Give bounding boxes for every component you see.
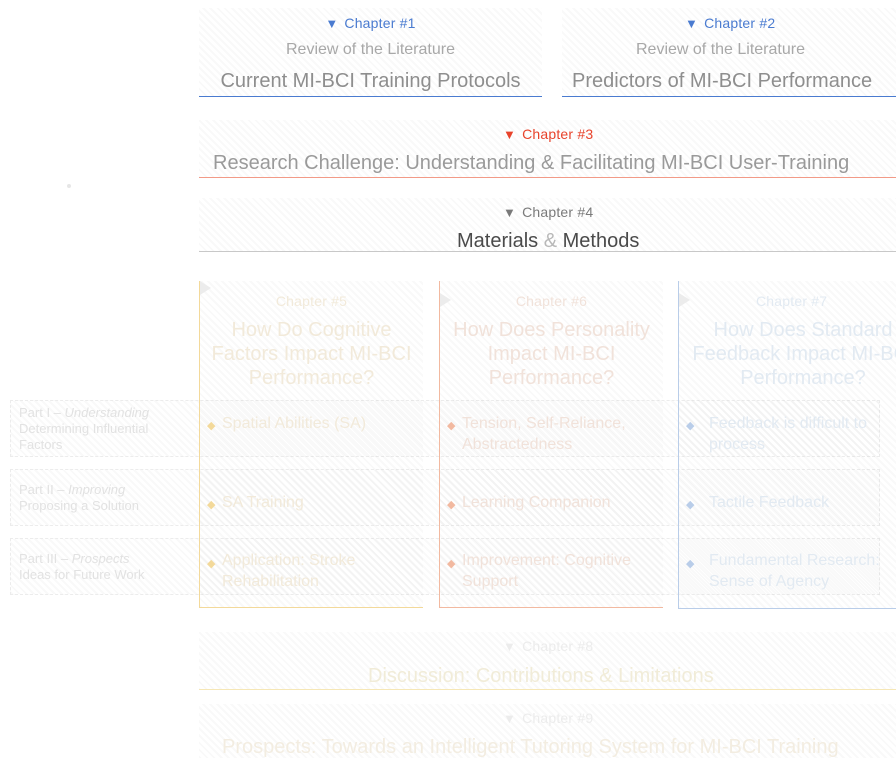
triangle-down-icon: ▼ bbox=[503, 639, 517, 654]
triangle-down-icon: ▼ bbox=[325, 16, 339, 31]
chapter-7-item-1: Feedback is difficult to process bbox=[709, 415, 868, 453]
chapter-6-column: Chapter #6 How Does Personality Impact M… bbox=[439, 281, 663, 608]
part-2-name-italic: Improving bbox=[68, 482, 126, 497]
chapter-9-box: ▼ Chapter #9 Prospects: Towards an Intell… bbox=[199, 704, 896, 758]
chapter-9-title: Prospects: Towards an Intelligent Tutori… bbox=[222, 736, 839, 758]
chapter-3-underline bbox=[199, 177, 896, 178]
part-2-name: Part II – bbox=[19, 482, 69, 497]
chapter-2-title: Predictors of MI-BCI Performance bbox=[572, 70, 873, 92]
bullet-icon: ◆ bbox=[686, 499, 695, 511]
chapter-1-label-row: ▼ Chapter #1 bbox=[199, 15, 542, 31]
triangle-down-icon: ▼ bbox=[503, 205, 517, 220]
triangle-down-icon: ▼ bbox=[685, 16, 699, 31]
bullet-icon: ◆ bbox=[447, 420, 456, 432]
chapter-7-column: Chapter #7 How Does Standard Feedback Im… bbox=[678, 281, 896, 609]
chapter-4-title: Materials & Methods bbox=[457, 230, 639, 253]
chapter-4-box: ▼ Chapter #4 Materials & Methods bbox=[199, 198, 896, 252]
chapter-8-title: Discussion: Contributions & Limitations bbox=[368, 665, 714, 687]
chapter-6-item-2: Learning Companion bbox=[462, 494, 611, 511]
chapter-1-box: ▼ Chapter #1 Review of the Literature Cur… bbox=[199, 8, 542, 97]
chapter-6-item-3: Improvement: Cognitive Support bbox=[462, 552, 631, 590]
part-3-name-italic: Prospects bbox=[71, 551, 130, 566]
part-1-label: Part I – Understanding Determining Influ… bbox=[19, 405, 189, 453]
chapter-9-label-row: ▼ Chapter #9 bbox=[503, 710, 593, 726]
chapter-7-item-3: Fundamental Research: Sense of Agency bbox=[709, 552, 880, 590]
part-1-name-italic: Understanding bbox=[64, 405, 150, 420]
triangle-right-icon bbox=[679, 293, 690, 307]
chapter-5-item-2: SA Training bbox=[222, 494, 304, 511]
chapter-5-title: How Do Cognitive Factors Impact MI-BCI P… bbox=[211, 319, 412, 389]
bullet-icon: ◆ bbox=[686, 558, 695, 570]
chapter-5-label: Chapter #5 bbox=[275, 293, 348, 309]
chapter-2-label-row: ▼ Chapter #2 bbox=[685, 15, 775, 31]
chapter-7-label: Chapter #7 bbox=[756, 293, 828, 309]
part-3-desc: Ideas for Future Work bbox=[19, 567, 145, 582]
chapter-9-label: Chapter #9 bbox=[522, 710, 594, 726]
chapter-4-underline bbox=[199, 251, 896, 252]
chapter-3-label-row: ▼ Chapter #3 bbox=[503, 126, 593, 142]
part-3-label: Part III – Prospects Ideas for Future Wo… bbox=[19, 551, 144, 583]
chapter-6-label: Chapter #6 bbox=[515, 293, 588, 309]
chapter-5-column: Chapter #5 How Do Cognitive Factors Impa… bbox=[199, 281, 423, 608]
chapter-8-label: Chapter #8 bbox=[522, 638, 594, 654]
bullet-icon: ◆ bbox=[207, 499, 216, 511]
chapter-8-box: ▼ Chapter #8 Discussion: Contributions & … bbox=[199, 632, 896, 690]
chapter-2-subtitle: Review of the Literature bbox=[636, 41, 805, 58]
chapter-4-title-amp: & bbox=[543, 230, 558, 252]
chapter-1-underline bbox=[199, 96, 542, 97]
chapter-2-underline bbox=[562, 96, 896, 97]
chapter-5-item-1: Spatial Abilities (SA) bbox=[222, 415, 367, 432]
bullet-icon: ◆ bbox=[447, 558, 456, 570]
part-2-desc: Proposing a Solution bbox=[19, 498, 139, 513]
chapter-7-item-2: Tactile Feedback bbox=[709, 494, 830, 511]
part-3-name: Part III – bbox=[19, 551, 72, 566]
chapter-3-label: Chapter #3 bbox=[522, 126, 594, 142]
chapter-6-item-1: Tension, Self-Reliance, Abstractedness bbox=[462, 415, 626, 453]
chapter-1-title: Current MI-BCI Training Protocols bbox=[220, 70, 521, 92]
dot-marker bbox=[67, 184, 71, 188]
chapter-3-title: Research Challenge: Understanding & Faci… bbox=[213, 152, 850, 174]
chapter-8-label-row: ▼ Chapter #8 bbox=[503, 638, 593, 654]
chapter-4-title-a: Materials bbox=[457, 230, 539, 252]
chapter-8-underline bbox=[199, 689, 896, 690]
part-1-desc: Determining Influential Factors bbox=[19, 421, 149, 452]
triangle-down-icon: ▼ bbox=[503, 711, 517, 726]
chapter-5-item-3: Application: Stroke Rehabilitation bbox=[222, 552, 356, 590]
bullet-icon: ◆ bbox=[207, 558, 216, 570]
bullet-icon: ◆ bbox=[447, 499, 456, 511]
chapter-3-box: ▼ Chapter #3 Research Challenge: Understa… bbox=[199, 120, 896, 178]
chapter-2-label: Chapter #2 bbox=[704, 15, 776, 31]
chapter-4-label-row: ▼ Chapter #4 bbox=[503, 204, 593, 220]
chapter-4-title-b: Methods bbox=[562, 230, 640, 252]
part-2-label: Part II – Improving Proposing a Solution bbox=[19, 482, 139, 514]
chapter-4-label: Chapter #4 bbox=[522, 204, 594, 220]
triangle-down-icon: ▼ bbox=[503, 127, 517, 142]
chapter-1-label: Chapter #1 bbox=[344, 15, 416, 31]
chapter-1-subtitle: Review of the Literature bbox=[286, 41, 455, 58]
chapter-6-title: How Does Personality Impact MI-BCI Perfo… bbox=[453, 319, 650, 389]
bullet-icon: ◆ bbox=[207, 420, 216, 432]
chapter-2-box: ▼ Chapter #2 Review of the Literature Pre… bbox=[562, 8, 896, 97]
bullet-icon: ◆ bbox=[686, 420, 695, 432]
chapter-7-title: How Does Standard Feedback Impact MI-BCI… bbox=[692, 319, 896, 389]
part-1-name: Part I – bbox=[19, 405, 65, 420]
